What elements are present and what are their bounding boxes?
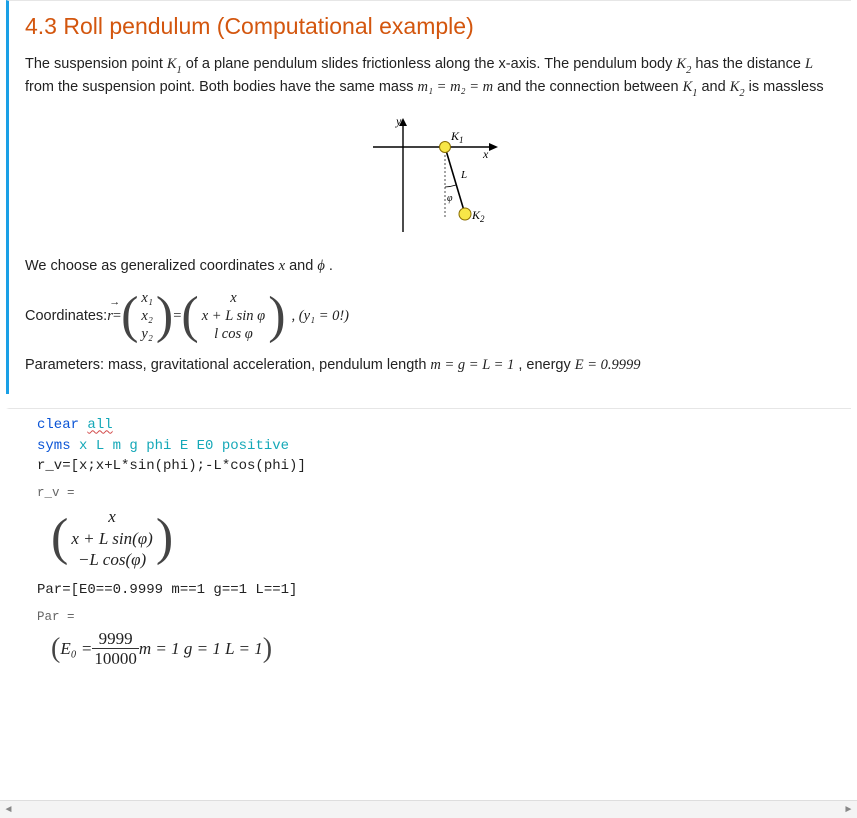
code-block-1[interactable]: clear all syms x L m g phi E E0 positive… [37,415,841,476]
e0-lhs: E₀ = [60,639,92,659]
sym-K2b: K2 [730,79,745,95]
section-title: 4.3 Roll pendulum (Computational example… [25,13,841,40]
sym-K1b: K1 [683,79,698,95]
vector-1: ( x₁ x₂ y₂ ) [121,289,173,343]
eq2: = [173,306,181,327]
text: , energy [518,357,574,373]
rv-3: −L cos(φ) [78,549,146,570]
scroll-left-button[interactable]: ◄ [0,801,17,818]
kw-clear: clear [37,417,87,433]
arg-all: all [87,417,112,433]
e0-fraction: 9999 10000 [92,630,139,667]
svg-text:L: L [460,169,467,181]
code-line-4: Par=[E0==0.9999 m==1 g==1 L==1] [37,582,297,598]
text: and the connection between [497,79,682,95]
mass-equation: m₁ = m₂ = m [418,79,494,95]
generalized-coords-text: We choose as generalized coordinates x a… [25,256,841,277]
e0-num: 9999 [97,630,135,648]
v2-2: x + L sin φ [202,307,265,325]
text: The suspension point [25,56,167,72]
e0-den: 10000 [92,648,139,667]
sym-K1: K1 [167,56,182,72]
sym-L: L [805,56,813,72]
svg-text:y: y [395,114,402,128]
syms-args: x L m g phi E E0 positive [79,438,289,454]
v1-3: y₂ [141,325,152,343]
svg-text:φ: φ [447,193,453,204]
pendulum-figure: y x K 1 K 2 L φ [25,112,841,242]
y1-note: , (y₁ = 0!) [292,306,350,327]
code-line-3: r_v=[x;x+L*sin(phi);-L*cos(phi)] [37,458,306,474]
code-cell: clear all syms x L m g phi E E0 positive… [6,408,851,683]
svg-text:x: x [482,147,489,161]
v1-1: x₁ [141,289,152,307]
scroll-right-button[interactable]: ► [840,801,857,818]
text: and [289,258,317,274]
vector-2: ( x x + L sin φ l cos φ ) [181,289,285,343]
sym-r-vector: r [107,306,113,327]
text-cell: 4.3 Roll pendulum (Computational example… [6,0,851,394]
rv-1: x [108,506,116,527]
text: has the distance [695,56,805,72]
kw-syms: syms [37,438,79,454]
text: is massless [749,79,824,95]
output-par: ( E₀ = 9999 10000 m = 1 g = 1 L = 1 ) [51,630,841,667]
scroll-track[interactable] [17,801,840,818]
document-viewport: 4.3 Roll pendulum (Computational example… [0,0,857,800]
text: . [329,258,333,274]
par-rest: m = 1 g = 1 L = 1 [139,639,263,659]
coordinates-equation: Coordinates: r = ( x₁ x₂ y₂ ) = ( x x + … [25,289,841,343]
text: of a plane pendulum slides frictionless … [186,56,677,72]
output-rv: ( x x + L sin(φ) −L cos(φ) ) [51,506,841,570]
text: We choose as generalized coordinates [25,258,279,274]
text: Parameters: mass, gravitational accelera… [25,357,430,373]
code-block-2[interactable]: Par=[E0==0.9999 m==1 g==1 L==1] [37,580,841,600]
sym-K2: K2 [676,56,691,72]
label: Coordinates: [25,306,107,327]
energy-eq: E = 0.9999 [575,357,641,373]
v1-2: x₂ [141,307,152,325]
svg-text:2: 2 [480,214,485,224]
sym-phi: ϕ [317,258,325,274]
horizontal-scrollbar[interactable]: ◄ ► [0,800,857,818]
svg-text:1: 1 [459,135,464,145]
sym-x: x [279,258,285,274]
rv-2: x + L sin(φ) [71,528,152,549]
text: and [701,79,729,95]
output-label-rv: r_v = [37,486,841,500]
text: from the suspension point. Both bodies h… [25,79,418,95]
output-label-par: Par = [37,610,841,624]
param-eq: m = g = L = 1 [430,357,514,373]
intro-paragraph: The suspension point K1 of a plane pendu… [25,54,841,100]
parameters-text: Parameters: mass, gravitational accelera… [25,355,841,376]
v2-1: x [230,289,236,307]
v2-3: l cos φ [214,325,253,343]
